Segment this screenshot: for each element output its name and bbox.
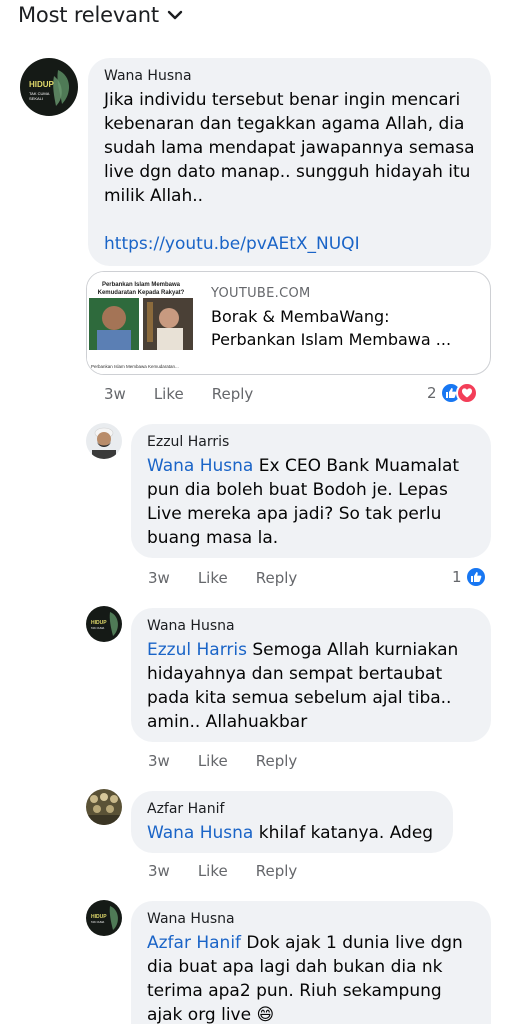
comment-text: Ezzul Harris Semoga Allah kurniakan hida…: [147, 640, 459, 732]
mention-link[interactable]: Azfar Hanif: [147, 933, 241, 953]
comment-actions: 3w Like Reply: [148, 752, 325, 770]
svg-text:TAK CUMA: TAK CUMA: [91, 626, 104, 630]
reaction-count: 2: [427, 384, 437, 402]
love-reaction-icon: [455, 382, 478, 404]
mention-link[interactable]: Wana Husna: [147, 456, 253, 476]
mention-link[interactable]: Ezzul Harris: [147, 640, 247, 660]
comment-author[interactable]: Wana Husna: [147, 911, 475, 927]
like-button[interactable]: Like: [154, 385, 184, 403]
like-reaction-icon: [464, 566, 487, 588]
reply-bubble: Azfar Hanif Wana Husna khilaf katanya. A…: [131, 791, 453, 853]
svg-text:HIDUP: HIDUP: [91, 620, 107, 626]
avatar[interactable]: [86, 789, 122, 825]
reaction-count: 1: [452, 568, 462, 586]
comment-text: Azfar Hanif Dok ajak 1 dunia live dgn di…: [147, 933, 463, 1024]
comment-time[interactable]: 3w: [148, 752, 170, 770]
link-title: Borak & MembaWang: Perbankan Islam Memba…: [211, 307, 452, 349]
chevron-down-icon: [167, 10, 183, 20]
comment-author[interactable]: Ezzul Harris: [147, 434, 475, 450]
mention-link[interactable]: Wana Husna: [147, 823, 253, 843]
comment-author[interactable]: Azfar Hanif: [147, 801, 437, 817]
avatar[interactable]: [86, 423, 122, 459]
comment-actions: 3w Like Reply: [104, 385, 281, 403]
grin-emoji: 😄: [256, 1005, 275, 1024]
video-thumbnail: Perbankan Islam Membawa Kemudaratan Kepa…: [87, 272, 195, 374]
like-button[interactable]: Like: [198, 862, 228, 880]
comment-text: Wana Husna khilaf katanya. Adeg: [147, 823, 434, 843]
reply-bubble: Wana Husna Azfar Hanif Dok ajak 1 dunia …: [131, 901, 491, 1024]
reply-button[interactable]: Reply: [256, 862, 298, 880]
reply-button[interactable]: Reply: [256, 752, 298, 770]
comment-time[interactable]: 3w: [104, 385, 126, 403]
comment-text: Jika individu tersebut benar ingin menca…: [104, 90, 475, 256]
like-button[interactable]: Like: [198, 752, 228, 770]
comment-link[interactable]: https://youtu.be/pvAEtX_NUQI: [104, 232, 475, 256]
svg-text:HIDUP: HIDUP: [91, 914, 107, 920]
avatar[interactable]: HIDUP TAK CUMA SEKALI: [20, 58, 78, 116]
sort-dropdown[interactable]: Most relevant: [18, 0, 183, 30]
comment-author[interactable]: Wana Husna: [147, 618, 475, 634]
reply-button[interactable]: Reply: [212, 385, 254, 403]
comment-text: Wana Husna Ex CEO Bank Muamalat pun dia …: [147, 456, 460, 548]
link-preview-card[interactable]: Perbankan Islam Membawa Kemudaratan Kepa…: [86, 271, 491, 375]
svg-text:Kemudaratan Kepada Rakyat?: Kemudaratan Kepada Rakyat?: [98, 290, 185, 296]
svg-text:SEKALI: SEKALI: [29, 96, 43, 101]
comment-bubble: Wana Husna Jika individu tersebut benar …: [88, 58, 491, 266]
sort-label: Most relevant: [18, 3, 159, 27]
comment-actions: 3w Like Reply: [148, 862, 325, 880]
svg-text:HIDUP: HIDUP: [29, 80, 55, 89]
svg-text:Perbankan Islam Membawa: Perbankan Islam Membawa: [102, 282, 181, 288]
comment-time[interactable]: 3w: [148, 569, 170, 587]
reaction-summary[interactable]: 1: [452, 566, 487, 588]
reply-bubble: Ezzul Harris Wana Husna Ex CEO Bank Muam…: [131, 424, 491, 558]
avatar[interactable]: HIDUP TAK CUMA: [86, 900, 122, 936]
reply-bubble: Wana Husna Ezzul Harris Semoga Allah kur…: [131, 608, 491, 742]
like-button[interactable]: Like: [198, 569, 228, 587]
avatar[interactable]: HIDUP TAK CUMA: [86, 606, 122, 642]
svg-text:TAK CUMA: TAK CUMA: [91, 920, 104, 924]
comment-time[interactable]: 3w: [148, 862, 170, 880]
reaction-summary[interactable]: 2: [427, 382, 478, 404]
reply-button[interactable]: Reply: [256, 569, 298, 587]
link-domain: YOUTUBE.COM: [211, 286, 311, 301]
svg-text:Perbankan Islam Membawa Kemuda: Perbankan Islam Membawa Kemudaratan...: [91, 364, 179, 369]
comment-actions: 3w Like Reply: [148, 569, 325, 587]
comment-author[interactable]: Wana Husna: [104, 68, 475, 84]
